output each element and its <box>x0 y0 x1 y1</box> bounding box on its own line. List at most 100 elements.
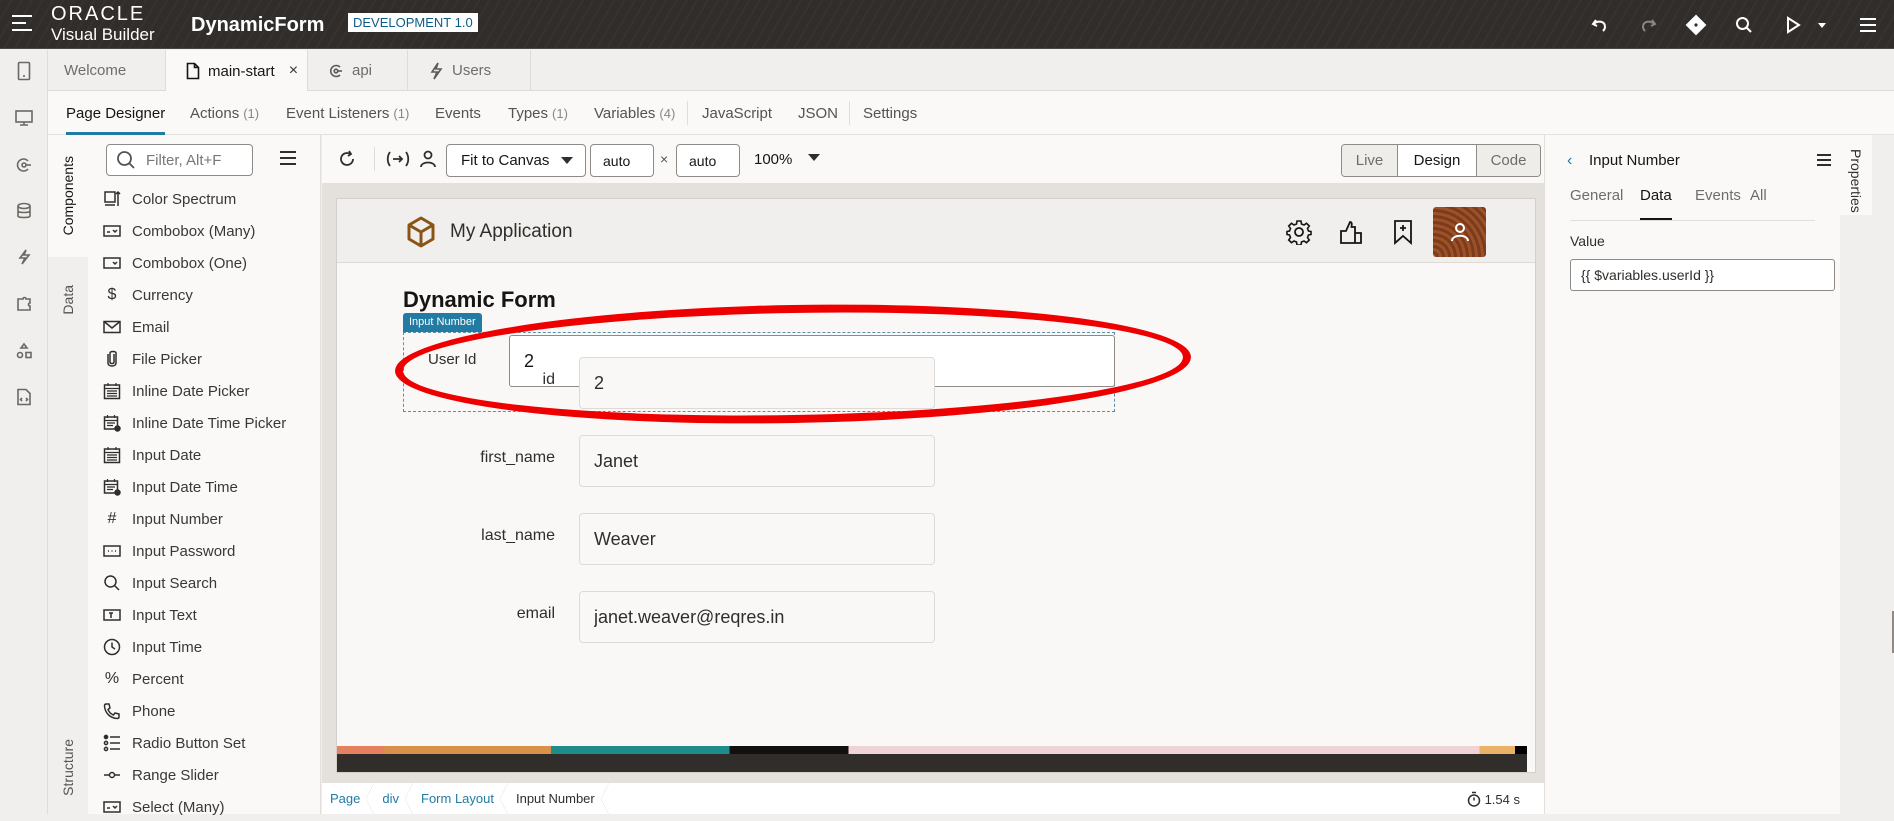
back-icon[interactable]: ‹ <box>1567 152 1572 170</box>
component-input-date-time[interactable]: Input Date Time <box>102 473 312 501</box>
value-label: Value <box>1570 233 1605 249</box>
navigator-menu-icon[interactable] <box>12 15 34 33</box>
avatar[interactable] <box>1433 207 1486 257</box>
thumbs-up-icon[interactable] <box>1335 216 1367 248</box>
height-input[interactable] <box>676 144 740 177</box>
services-icon[interactable] <box>13 154 35 176</box>
breadcrumb-div[interactable]: div <box>374 783 413 814</box>
mode-code-button[interactable]: Code <box>1477 145 1540 176</box>
page-preview[interactable]: My Application Dynamic Form Input Number… <box>336 198 1536 773</box>
mode-live-button[interactable]: Live <box>1342 145 1398 176</box>
id-field[interactable] <box>579 357 935 409</box>
app-title: My Application <box>450 221 573 242</box>
value-input[interactable] <box>1570 259 1835 291</box>
properties-panel: ‹ Input Number General Data Events All V… <box>1544 135 1840 814</box>
last-name-field[interactable] <box>579 513 935 565</box>
first-name-field[interactable] <box>579 435 935 487</box>
component-currency[interactable]: $ Currency <box>102 281 312 309</box>
business-objects-icon[interactable] <box>13 200 35 222</box>
environment-badge[interactable]: DEVELOPMENT 1.0 <box>348 13 478 32</box>
subtab-types[interactable]: Types (1) <box>508 91 568 135</box>
component-range-slider[interactable]: Range Slider <box>102 761 312 789</box>
bookmark-icon[interactable] <box>1387 216 1419 248</box>
subtab-event-listeners[interactable]: Event Listeners (1) <box>286 91 409 135</box>
run-dropdown-icon[interactable] <box>1815 12 1829 38</box>
vtab-data[interactable]: Data <box>48 259 88 341</box>
tab-welcome[interactable]: Welcome <box>48 50 166 91</box>
properties-menu-icon[interactable] <box>1817 154 1831 168</box>
width-input[interactable] <box>590 144 654 177</box>
vtab-components[interactable]: Components <box>48 135 88 257</box>
mode-design-button[interactable]: Design <box>1398 145 1477 176</box>
close-tab-icon[interactable]: × <box>289 62 298 80</box>
component-input-text[interactable]: Input Text <box>102 601 312 629</box>
menu-icon[interactable] <box>1855 12 1881 38</box>
refresh-icon[interactable] <box>334 135 360 183</box>
subtab-events[interactable]: Events <box>435 91 481 135</box>
resources-icon[interactable] <box>13 386 35 408</box>
prop-tab-general[interactable]: General <box>1570 183 1623 221</box>
processes-icon[interactable] <box>13 246 35 268</box>
subtab-variables[interactable]: Variables (4) <box>594 91 675 135</box>
component-percent[interactable]: % Percent <box>102 665 312 693</box>
user-role-icon[interactable] <box>416 135 440 183</box>
palette-menu-icon[interactable] <box>280 151 296 165</box>
git-icon[interactable] <box>1683 12 1709 38</box>
tab-api[interactable]: api <box>308 50 408 91</box>
component-input-password[interactable]: Input Password <box>102 537 312 565</box>
selection-tag[interactable]: Input Number <box>403 313 482 332</box>
breadcrumb-page[interactable]: Page <box>322 783 375 814</box>
component-input-search[interactable]: Input Search <box>102 569 312 597</box>
component-input-number[interactable]: # Input Number <box>102 505 312 533</box>
component-select-many[interactable]: Select (Many) <box>102 793 312 821</box>
gear-icon[interactable] <box>1283 216 1315 248</box>
web-apps-icon[interactable] <box>13 107 35 129</box>
first-name-label: first_name <box>480 449 555 466</box>
component-phone[interactable]: Phone <box>102 697 312 725</box>
undo-icon[interactable] <box>1587 12 1613 38</box>
prop-tab-all[interactable]: All <box>1750 183 1767 221</box>
component-inline-date-picker[interactable]: Inline Date Picker <box>102 377 312 405</box>
components-icon[interactable] <box>13 293 35 315</box>
app-name[interactable]: DynamicForm <box>191 14 324 37</box>
breadcrumb-input-number[interactable]: Input Number <box>508 783 609 814</box>
vtab-structure[interactable]: Structure <box>48 720 88 814</box>
variables-icon[interactable] <box>384 135 412 183</box>
component-color-spectrum[interactable]: Color Spectrum <box>102 185 312 213</box>
search-icon[interactable] <box>1731 12 1757 38</box>
component-email[interactable]: Email <box>102 313 312 341</box>
subtab-javascript[interactable]: JavaScript <box>702 91 772 135</box>
radio-list-icon <box>102 733 122 753</box>
prop-tab-data[interactable]: Data <box>1640 183 1672 221</box>
component-label: Combobox (One) <box>132 254 248 272</box>
component-input-time[interactable]: Input Time <box>102 633 312 661</box>
component-file-picker[interactable]: File Picker <box>102 345 312 373</box>
layouts-icon[interactable] <box>13 340 35 362</box>
prop-tab-events[interactable]: Events <box>1695 183 1741 221</box>
tab-users[interactable]: Users <box>408 50 531 91</box>
navigator-rail <box>0 50 48 814</box>
oracle-logo: ORACLE Visual Builder <box>51 4 155 43</box>
zoom-select[interactable]: 100% <box>754 151 820 171</box>
dollar-icon: $ <box>107 286 117 303</box>
component-combobox-one[interactable]: Combobox (One) <box>102 249 312 277</box>
tab-main-start[interactable]: main-start × <box>166 50 308 92</box>
component-input-date[interactable]: Input Date <box>102 441 312 469</box>
subtab-actions[interactable]: Actions (1) <box>190 91 259 135</box>
mobile-apps-icon[interactable] <box>13 60 35 82</box>
run-icon[interactable] <box>1780 12 1806 38</box>
subtab-settings[interactable]: Settings <box>863 91 917 135</box>
component-inline-date-time-picker[interactable]: Inline Date Time Picker <box>102 409 312 437</box>
fit-to-canvas-select[interactable]: Fit to Canvas <box>446 144 586 177</box>
redo-icon[interactable] <box>1635 12 1661 38</box>
filter-field[interactable] <box>106 144 253 176</box>
subtab-json[interactable]: JSON <box>798 91 838 135</box>
vtab-properties[interactable]: Properties <box>1840 135 1872 215</box>
id-label: id <box>542 371 555 388</box>
filter-input[interactable] <box>146 151 246 169</box>
component-radio-button-set[interactable]: Radio Button Set <box>102 729 312 757</box>
email-field[interactable] <box>579 591 935 643</box>
breadcrumb-form-layout[interactable]: Form Layout <box>413 783 508 814</box>
subtab-page-designer[interactable]: Page Designer <box>66 91 166 135</box>
component-combobox-many[interactable]: Combobox (Many) <box>102 217 312 245</box>
